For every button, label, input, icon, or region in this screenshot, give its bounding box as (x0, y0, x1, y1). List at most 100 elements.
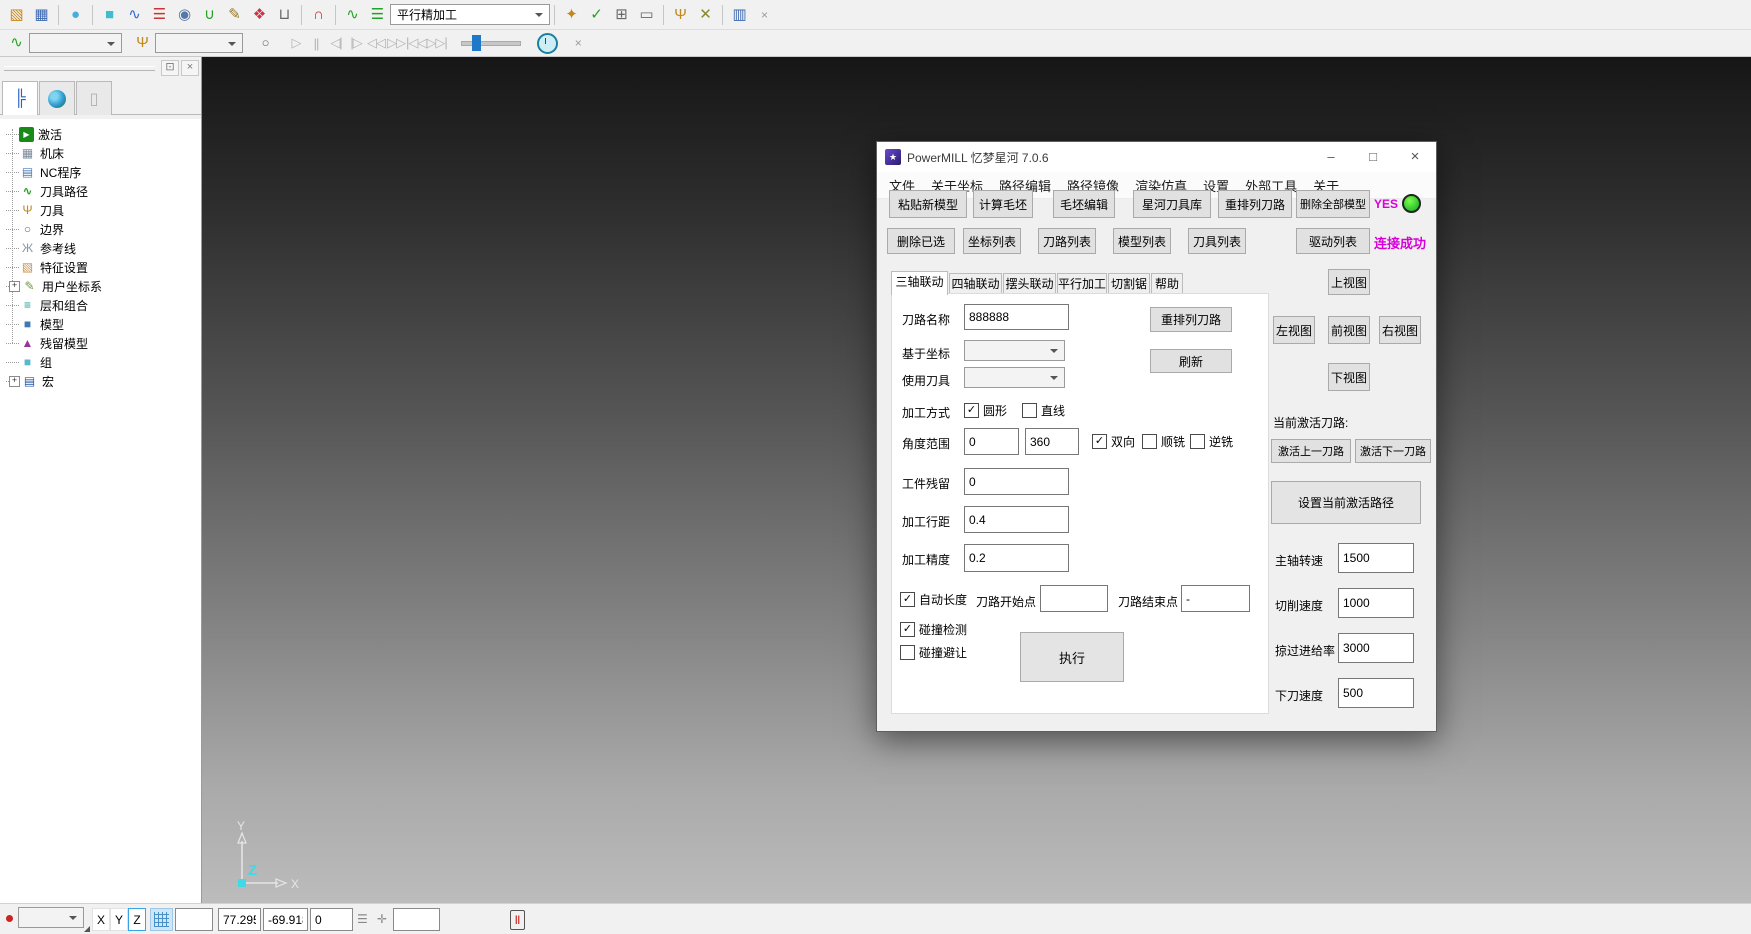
activate-next-button[interactable]: 激活下一刀路 (1355, 439, 1431, 463)
step-back-icon[interactable]: ◁| (326, 35, 346, 51)
close-button[interactable]: × (1394, 142, 1436, 172)
start-point-input[interactable] (1040, 585, 1108, 612)
maximize-button[interactable]: □ (1352, 142, 1394, 172)
tab-help[interactable]: 帮助 (1151, 273, 1183, 294)
status-blank-input[interactable] (175, 908, 213, 931)
boundary-icon[interactable]: ∪ (197, 4, 222, 26)
checkbox-auto-length[interactable]: ✓自动长度 (900, 591, 967, 608)
save-icon[interactable]: ▦ (29, 4, 54, 26)
verify-icon[interactable]: ✓ (584, 4, 609, 26)
set-active-path-button[interactable]: 设置当前激活路径 (1271, 481, 1421, 524)
angle-from-input[interactable] (964, 428, 1019, 455)
tab-swivel-head[interactable]: 摆头联动 (1003, 273, 1056, 294)
sim-tool-combobox[interactable] (155, 33, 243, 53)
end-point-input[interactable] (1181, 585, 1250, 612)
rewind-icon[interactable]: ◁◁ (366, 35, 386, 51)
status-combobox[interactable] (18, 907, 84, 928)
tab-parallel[interactable]: 平行加工 (1057, 273, 1107, 294)
cursor-x-input[interactable] (218, 908, 261, 931)
checkbox-circular[interactable]: ✓圆形 (964, 402, 1007, 419)
tree-item-toolpaths[interactable]: ∿刀具路径 (0, 182, 201, 201)
list-small-icon[interactable]: ☰ (357, 912, 368, 926)
status-blank-input2[interactable] (393, 908, 440, 931)
sim-speed-slider[interactable] (461, 41, 521, 46)
tool-list-button[interactable]: 刀具列表 (1188, 228, 1246, 254)
toolpath-coil-icon[interactable]: ∿ (4, 32, 29, 54)
tree-item-patterns[interactable]: Ж参考线 (0, 239, 201, 258)
minimize-button[interactable]: – (1310, 142, 1352, 172)
grid-toggle-icon[interactable] (150, 908, 173, 931)
close-panel-icon[interactable]: × (181, 60, 199, 76)
tree-item-workplanes[interactable]: +✎用户坐标系 (0, 277, 201, 296)
float-panel-icon[interactable]: ⊡ (161, 60, 179, 76)
tab-explorer-tree[interactable]: ╠ (2, 81, 38, 115)
tool-block-icon[interactable]: ⊔ (272, 4, 297, 26)
curve-pencil-icon[interactable]: ✎ (222, 4, 247, 26)
checkbox-collision-check[interactable]: ✓碰撞检测 (900, 621, 967, 638)
tolerance-input[interactable] (964, 544, 1069, 572)
tree-item-macros[interactable]: +▤宏 (0, 372, 201, 391)
slider-thumb[interactable] (472, 35, 481, 51)
checkbox-conventional[interactable]: 逆铣 (1190, 433, 1233, 450)
pattern-lines-icon[interactable]: ☰ (147, 4, 172, 26)
shaded-ball-icon[interactable]: ● (63, 4, 88, 26)
tool-pair-icon[interactable]: Ψ (668, 4, 693, 26)
plunge-speed-input[interactable] (1338, 678, 1414, 708)
open-file-icon[interactable]: ▧ (4, 4, 29, 26)
cursor-y-input[interactable] (263, 908, 308, 931)
checkbox-collision-avoid[interactable]: 碰撞避让 (900, 644, 967, 661)
coord-list-button[interactable]: 坐标列表 (963, 228, 1021, 254)
rearrange-button[interactable]: 重排列刀路 (1150, 307, 1232, 332)
ball-tool-icon[interactable]: ◉ (172, 4, 197, 26)
tab-4axis[interactable]: 四轴联动 (949, 273, 1002, 294)
tree-item-machine[interactable]: ▦机床 (0, 144, 201, 163)
model-list-button[interactable]: 模型列表 (1113, 228, 1171, 254)
axis-z-button[interactable]: Z (128, 908, 146, 931)
execute-button[interactable]: 执行 (1020, 632, 1124, 682)
tree-item-nc-program[interactable]: ▤NC程序 (0, 163, 201, 182)
play-icon[interactable]: ▷ (286, 35, 306, 51)
use-tool-select[interactable] (964, 367, 1065, 388)
tree-item-levels[interactable]: ≡层和组合 (0, 296, 201, 315)
rearrange-toolpaths-button[interactable]: 重排列刀路 (1218, 190, 1292, 218)
view-bottom-button[interactable]: 下视图 (1328, 363, 1370, 391)
toolbar-close-icon[interactable]: × (566, 32, 591, 54)
tree-item-activate[interactable]: ▶激活 (0, 125, 201, 144)
calc-stock-button[interactable]: 计算毛坯 (973, 190, 1033, 218)
spindle-speed-input[interactable] (1338, 543, 1414, 573)
cutting-speed-input[interactable] (1338, 588, 1414, 618)
checkbox-climb[interactable]: 顺铣 (1142, 433, 1185, 450)
toolpath-name-input[interactable] (964, 304, 1069, 330)
expand-plus-icon[interactable]: + (9, 376, 20, 387)
tree-item-groups[interactable]: ■组 (0, 353, 201, 372)
to-start-icon[interactable]: |◁◁ (406, 35, 426, 51)
refresh-button[interactable]: 刷新 (1150, 349, 1232, 373)
activate-prev-button[interactable]: 激活上一刀路 (1271, 439, 1351, 463)
paste-new-model-button[interactable]: 粘贴新模型 (889, 190, 967, 218)
dialog-titlebar[interactable]: ★ PowerMILL 忆梦星河 7.0.6 – □ × (877, 142, 1436, 172)
delete-selected-button[interactable]: 删除已选 (887, 228, 955, 254)
stepover-input[interactable] (964, 506, 1069, 533)
toolpath-list-button[interactable]: 刀路列表 (1038, 228, 1096, 254)
edit-stock-button[interactable]: 毛坯编辑 (1053, 190, 1115, 218)
tree-item-feature-sets[interactable]: ▧特征设置 (0, 258, 201, 277)
cylinders-icon[interactable]: ▥ (727, 4, 752, 26)
tree-item-stock-models[interactable]: ▲残留模型 (0, 334, 201, 353)
checkbox-linear[interactable]: 直线 (1022, 402, 1065, 419)
tool-library-button[interactable]: 星河刀具库 (1133, 190, 1211, 218)
toolpath-coil-icon[interactable]: ∿ (340, 4, 365, 26)
ruler-icon[interactable]: ▭ (634, 4, 659, 26)
based-coord-select[interactable] (964, 340, 1065, 361)
resize-grip[interactable] (84, 926, 90, 932)
tree-item-tools[interactable]: Ψ刀具 (0, 201, 201, 220)
collision-check-icon[interactable]: ∩ (306, 4, 331, 26)
toolbar-close-icon[interactable]: × (752, 4, 777, 26)
checkbox-bidirectional[interactable]: ✓双向 (1092, 433, 1135, 450)
toolpath-list-icon[interactable]: ☰ (365, 4, 390, 26)
tree-item-models[interactable]: ■模型 (0, 315, 201, 334)
step-forward-icon[interactable]: |▷ (346, 35, 366, 51)
axis-x-button[interactable]: X (92, 908, 110, 931)
tree-item-boundaries[interactable]: ○边界 (0, 220, 201, 239)
panel-grip[interactable] (4, 66, 155, 71)
sim-toolpath-combobox[interactable] (29, 33, 122, 53)
